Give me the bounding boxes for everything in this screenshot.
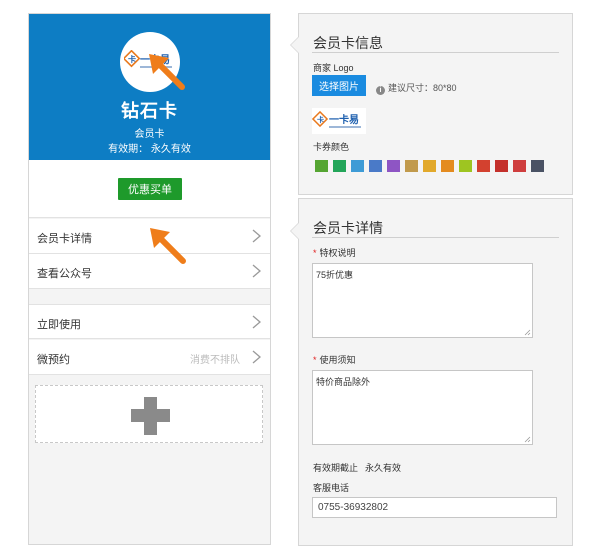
usage-label: * 使用须知 [313, 355, 356, 365]
discount-zone: 优惠买单 [29, 160, 270, 218]
color-swatch[interactable] [441, 160, 454, 172]
color-swatch[interactable] [531, 160, 544, 172]
chevron-right-icon [252, 315, 261, 329]
color-label: 卡券颜色 [313, 142, 350, 152]
menu-item-label: 会员卡详情 [37, 233, 92, 245]
color-swatch[interactable] [333, 160, 346, 172]
validity-value: 永久有效 [150, 144, 191, 155]
card-info-panel: 会员卡信息 商家 Logo 选择图片 i 建议尺寸：80*80 卡 一卡易 卡券颜… [290, 13, 573, 195]
menu-item-hint: 消费不排队 [190, 355, 240, 366]
chevron-right-icon [252, 229, 261, 243]
chevron-right-icon [252, 264, 261, 278]
menu-item-reservation[interactable]: 微预约 消费不排队 [29, 340, 270, 375]
color-swatch[interactable] [351, 160, 364, 172]
validity-label: 有效期： [108, 144, 149, 155]
menu-item-label: 微预约 [37, 354, 70, 366]
privilege-label: * 特权说明 [313, 248, 356, 258]
menu-item-label: 立即使用 [37, 319, 81, 331]
panel-title: 会员卡信息 [313, 35, 383, 51]
color-swatch[interactable] [423, 160, 436, 172]
validity-value: 永久有效 [365, 463, 402, 473]
color-swatch[interactable] [513, 160, 526, 172]
pointer-arrow-icon [149, 54, 185, 90]
svg-text:一卡易: 一卡易 [329, 113, 359, 126]
phone-label: 客服电话 [313, 483, 350, 493]
card-name: 钻石卡 [121, 101, 178, 121]
add-entry-button[interactable] [35, 385, 263, 443]
color-swatch[interactable] [495, 160, 508, 172]
svg-text:卡: 卡 [317, 115, 324, 124]
resize-handle-icon[interactable] [524, 436, 531, 443]
color-swatch[interactable] [477, 160, 490, 172]
privilege-textarea[interactable]: 75折优惠 [312, 263, 533, 338]
logo-label: 商家 Logo [313, 63, 354, 73]
usage-textarea[interactable]: 特价商品除外 [312, 370, 533, 445]
chevron-right-icon [252, 350, 261, 364]
info-icon: i [376, 86, 385, 95]
service-phone-input[interactable]: 0755-36932802 [312, 497, 557, 518]
color-swatch[interactable] [405, 160, 418, 172]
pointer-arrow-icon [150, 228, 186, 264]
logo-preview-image: 卡 一卡易 [311, 108, 366, 134]
color-swatch[interactable] [387, 160, 400, 172]
resize-handle-icon[interactable] [524, 329, 531, 336]
card-detail-panel: 会员卡详情 * 特权说明 75折优惠 * 使用须知 特价商品除外 有效期截止 永久有效… [290, 198, 573, 546]
choose-image-button[interactable]: 选择图片 [312, 75, 366, 96]
card-type: 会员卡 [134, 129, 165, 140]
discount-pay-button[interactable]: 优惠买单 [118, 178, 182, 200]
color-swatch[interactable] [459, 160, 472, 172]
menu-item-label: 查看公众号 [37, 268, 92, 280]
svg-text:卡: 卡 [128, 54, 136, 64]
size-hint: i 建议尺寸：80*80 [376, 81, 457, 95]
card-preview-phone: 卡 一卡易 钻石卡 会员卡 有效期： 永久有效 优惠买单 会员卡详情 查看公众号… [28, 13, 271, 545]
color-swatch[interactable] [369, 160, 382, 172]
color-swatch[interactable] [315, 160, 328, 172]
card-validity: 有效期： 永久有效 [29, 140, 270, 155]
validity-label: 有效期截止 [313, 463, 359, 473]
panel-title: 会员卡详情 [313, 220, 383, 236]
validity-line: 有效期截止 永久有效 [313, 461, 401, 474]
menu-item-use-now[interactable]: 立即使用 [29, 304, 270, 339]
